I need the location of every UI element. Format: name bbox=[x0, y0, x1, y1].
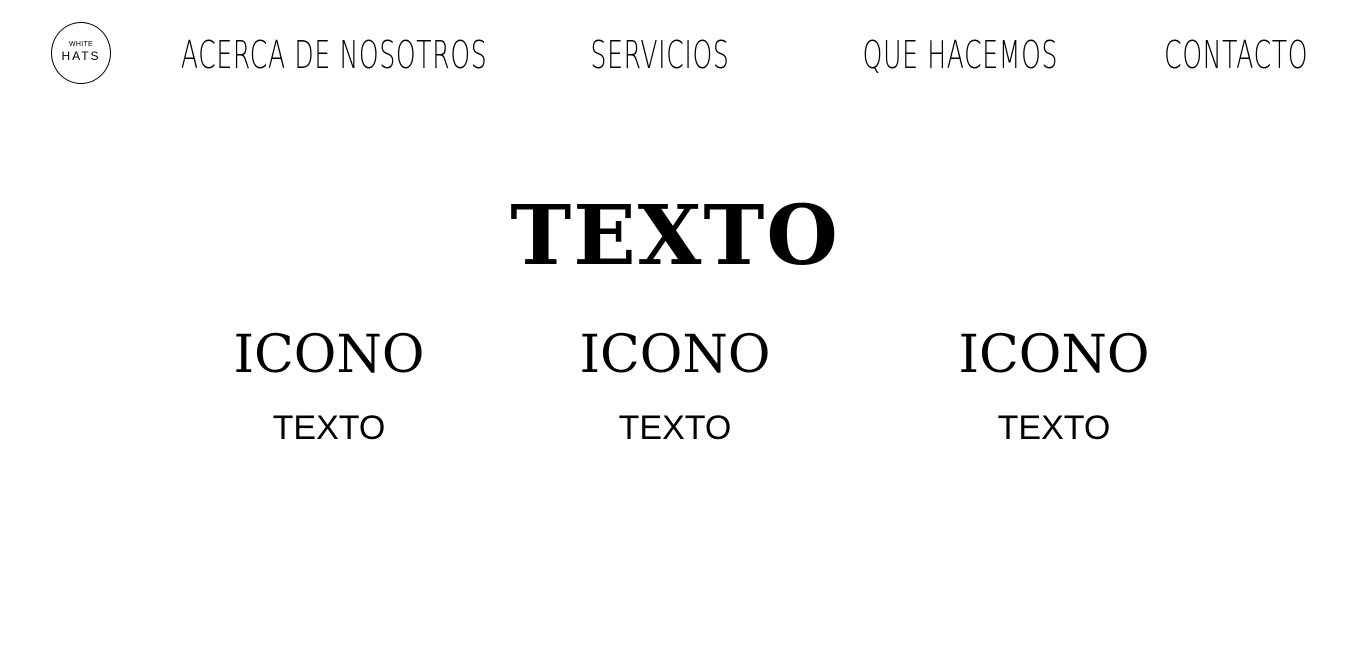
hero-title: TEXTO bbox=[510, 188, 840, 284]
feature-text: TEXTO bbox=[997, 409, 1111, 447]
feature-text: TEXTO bbox=[272, 409, 386, 447]
feature-icon-placeholder: ICONO bbox=[233, 325, 425, 385]
nav-item-about[interactable]: ACERCA DE NOSOTROS bbox=[181, 32, 487, 78]
nav-item-contact[interactable]: CONTACTO bbox=[1164, 32, 1308, 78]
nav-item-what-we-do[interactable]: QUE HACEMOS bbox=[862, 32, 1057, 78]
feature-icon-placeholder: ICONO bbox=[958, 325, 1150, 385]
site-header: WHITE HATS ACERCA DE NOSOTROS SERVICIOS … bbox=[0, 0, 1350, 110]
feature-text: TEXTO bbox=[618, 409, 732, 447]
nav-item-services[interactable]: SERVICIOS bbox=[591, 32, 730, 78]
feature-item: ICONO TEXTO bbox=[555, 320, 795, 448]
main-nav: ACERCA DE NOSOTROS SERVICIOS QUE HACEMOS… bbox=[23, 32, 1308, 78]
feature-icon-placeholder: ICONO bbox=[579, 325, 771, 385]
feature-item: ICONO TEXTO bbox=[934, 320, 1174, 448]
feature-item: ICONO TEXTO bbox=[209, 320, 449, 448]
